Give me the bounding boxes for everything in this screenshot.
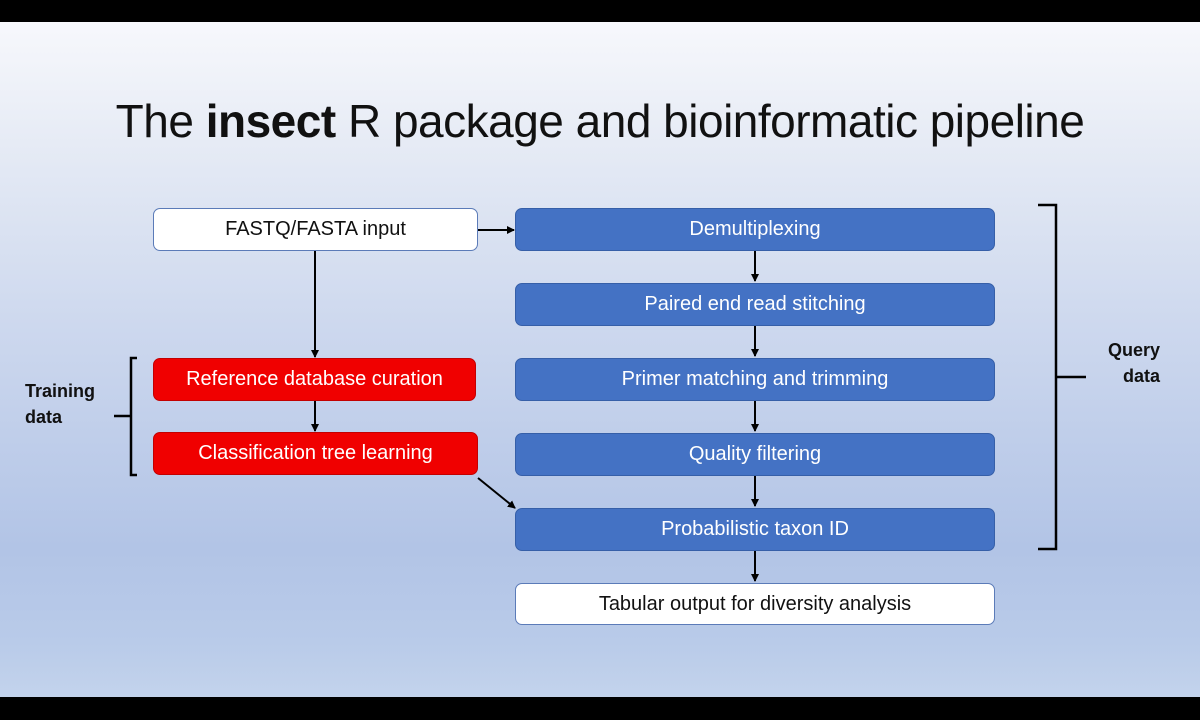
pipeline-step-paired-end-stitching: Paired end read stitching [515,283,995,326]
classification-tree-learning-box: Classification tree learning [153,432,478,475]
training-data-bracket [114,356,137,477]
pipeline-step-primer-matching: Primer matching and trimming [515,358,995,401]
pipeline-step-demultiplexing: Demultiplexing [515,208,995,251]
reference-database-curation-box: Reference database curation [153,358,476,401]
tabular-output-box: Tabular output for diversity analysis [515,583,995,625]
query-data-bracket [1038,203,1086,551]
query-data-label: Query data [1107,340,1160,386]
pipeline-step-taxon-id: Probabilistic taxon ID [515,508,995,551]
training-data-label: Training data [25,381,96,427]
input-box: FASTQ/FASTA input [153,208,478,251]
arrow-classification-to-taxon [477,477,516,509]
pipeline-step-quality-filtering: Quality filtering [515,433,995,476]
